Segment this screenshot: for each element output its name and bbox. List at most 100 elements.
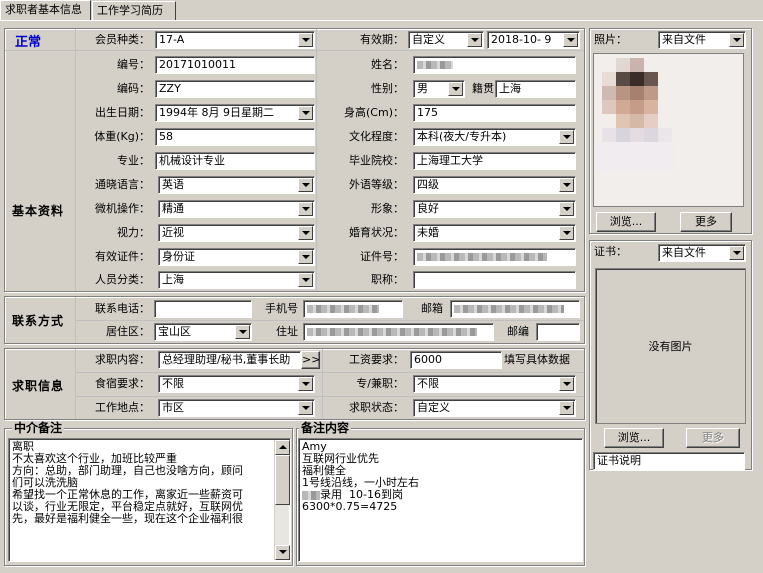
- chevron-down-icon[interactable]: [559, 401, 574, 415]
- vision-select[interactable]: 近视: [158, 224, 315, 242]
- code-label: 编码：: [117, 82, 150, 95]
- lang-level-select[interactable]: 四级: [413, 176, 576, 194]
- image-select[interactable]: 良好: [413, 200, 576, 218]
- chevron-down-icon[interactable]: [559, 377, 574, 391]
- major-label: 专业：: [117, 154, 150, 167]
- lang-level-label: 外语等级：: [349, 178, 404, 191]
- code-field[interactable]: ZZY: [155, 80, 315, 98]
- validity-mode-select[interactable]: 自定义: [408, 31, 484, 49]
- email-label: 邮箱: [421, 302, 443, 315]
- category-label: 人员分类：: [95, 273, 150, 286]
- redacted-id: [417, 253, 547, 261]
- chevron-down-icon[interactable]: [559, 130, 574, 144]
- scroll-up-icon[interactable]: [275, 440, 290, 455]
- education-select[interactable]: 本科(夜大/专升本): [413, 128, 576, 146]
- district-select[interactable]: 宝山区: [154, 323, 252, 341]
- phone-field[interactable]: [154, 300, 252, 318]
- category-select[interactable]: 上海: [158, 271, 315, 289]
- scroll-down-icon[interactable]: [275, 545, 290, 560]
- address-field[interactable]: [303, 323, 494, 341]
- redacted-name: [417, 61, 453, 69]
- parttime-select[interactable]: 不限: [413, 375, 576, 393]
- chevron-down-icon[interactable]: [563, 33, 578, 47]
- phone-label: 联系电话：: [95, 302, 150, 315]
- id-type-select[interactable]: 身份证: [158, 248, 315, 266]
- cert-caption-field[interactable]: 证书说明: [593, 452, 745, 470]
- job-content-field[interactable]: 总经理助理/秘书,董事长助: [158, 351, 301, 369]
- id-no-field[interactable]: [413, 248, 576, 266]
- location-select[interactable]: 市区: [158, 399, 315, 417]
- chevron-down-icon[interactable]: [298, 226, 313, 240]
- height-label: 身高(Cm)：: [344, 106, 404, 119]
- school-label: 毕业院校：: [349, 154, 404, 167]
- validity-date-picker[interactable]: 2018-10- 9: [487, 31, 580, 49]
- job-status-label: 求职状态：: [349, 401, 404, 414]
- native-field[interactable]: 上海: [495, 80, 576, 98]
- chevron-down-icon[interactable]: [298, 250, 313, 264]
- chevron-down-icon[interactable]: [559, 178, 574, 192]
- job-content-more-button[interactable]: >>: [301, 351, 320, 369]
- height-field[interactable]: 175: [413, 104, 576, 122]
- postcode-field[interactable]: [536, 323, 580, 341]
- chevron-down-icon[interactable]: [298, 377, 313, 391]
- birth-date-picker[interactable]: 1994年 8月 9日星期二: [155, 104, 315, 122]
- photo-more-button[interactable]: 更多: [680, 212, 732, 232]
- major-field[interactable]: 机械设计专业: [155, 152, 315, 170]
- chevron-down-icon[interactable]: [298, 273, 313, 287]
- title-field[interactable]: [413, 271, 576, 289]
- location-value: 市区: [162, 401, 184, 414]
- scroll-thumb[interactable]: [275, 455, 290, 505]
- title-label: 职称：: [371, 273, 404, 286]
- validity-label: 有效期：: [360, 33, 404, 46]
- photo-browse-button[interactable]: 浏览...: [596, 212, 656, 232]
- gender-select[interactable]: 男: [413, 80, 465, 98]
- agency-note-textarea[interactable]: 离职 不太喜欢这个行业，加班比较严重 方向：总助，部门助理，自己也没啥方向，顾问…: [8, 438, 291, 562]
- remark-title: 备注内容: [299, 421, 352, 435]
- computer-select[interactable]: 精通: [158, 200, 315, 218]
- chevron-down-icon[interactable]: [448, 82, 463, 96]
- agency-note-scrollbar[interactable]: [274, 440, 290, 560]
- board-select[interactable]: 不限: [158, 375, 315, 393]
- chevron-down-icon[interactable]: [467, 33, 482, 47]
- chevron-down-icon[interactable]: [298, 401, 313, 415]
- number-field[interactable]: 20171010011: [155, 56, 315, 74]
- tab-work-history[interactable]: 工作学习简历: [92, 1, 176, 20]
- salary-field[interactable]: 6000: [410, 351, 502, 369]
- language-select[interactable]: 英语: [158, 176, 315, 194]
- school-field[interactable]: 上海理工大学: [413, 152, 576, 170]
- image-value: 良好: [417, 202, 439, 215]
- chevron-down-icon[interactable]: [559, 202, 574, 216]
- id-no-label: 证件号：: [360, 250, 404, 263]
- chevron-down-icon[interactable]: [559, 226, 574, 240]
- avatar: [594, 54, 743, 206]
- remark-textarea[interactable]: Amy 互联网行业优先 福利健全 1号线沿线，一小时左右 录用 10-16到岗 …: [298, 438, 583, 562]
- chevron-down-icon[interactable]: [298, 202, 313, 216]
- gender-value: 男: [417, 82, 428, 95]
- photo-source-select[interactable]: 来自文件: [658, 31, 746, 49]
- birth-value: 1994年 8月 9日星期二: [159, 106, 274, 119]
- email-field[interactable]: [450, 300, 580, 318]
- tab-basic-info[interactable]: 求职者基本信息: [0, 0, 91, 21]
- photo-source-value: 来自文件: [662, 33, 706, 46]
- name-label: 姓名：: [371, 58, 404, 71]
- chevron-down-icon[interactable]: [298, 178, 313, 192]
- name-field[interactable]: [413, 56, 576, 74]
- parttime-value: 不限: [417, 377, 439, 390]
- chevron-down-icon[interactable]: [235, 325, 250, 339]
- chevron-down-icon[interactable]: [729, 33, 744, 47]
- chevron-down-icon[interactable]: [729, 246, 744, 260]
- member-type-select[interactable]: 17-A: [155, 31, 315, 49]
- marital-select[interactable]: 未婚: [413, 224, 576, 242]
- district-value: 宝山区: [158, 325, 191, 338]
- mobile-field[interactable]: [303, 300, 403, 318]
- weight-field[interactable]: 58: [155, 128, 315, 146]
- cert-browse-button[interactable]: 浏览...: [604, 428, 664, 448]
- parttime-label: 专/兼职：: [356, 377, 404, 390]
- chevron-down-icon[interactable]: [298, 106, 313, 120]
- gender-label: 性别：: [371, 82, 404, 95]
- chevron-down-icon[interactable]: [298, 33, 313, 47]
- cert-more-button[interactable]: 更多: [686, 428, 740, 448]
- cert-source-select[interactable]: 来自文件: [658, 244, 746, 262]
- job-status-select[interactable]: 自定义: [413, 399, 576, 417]
- board-value: 不限: [162, 377, 184, 390]
